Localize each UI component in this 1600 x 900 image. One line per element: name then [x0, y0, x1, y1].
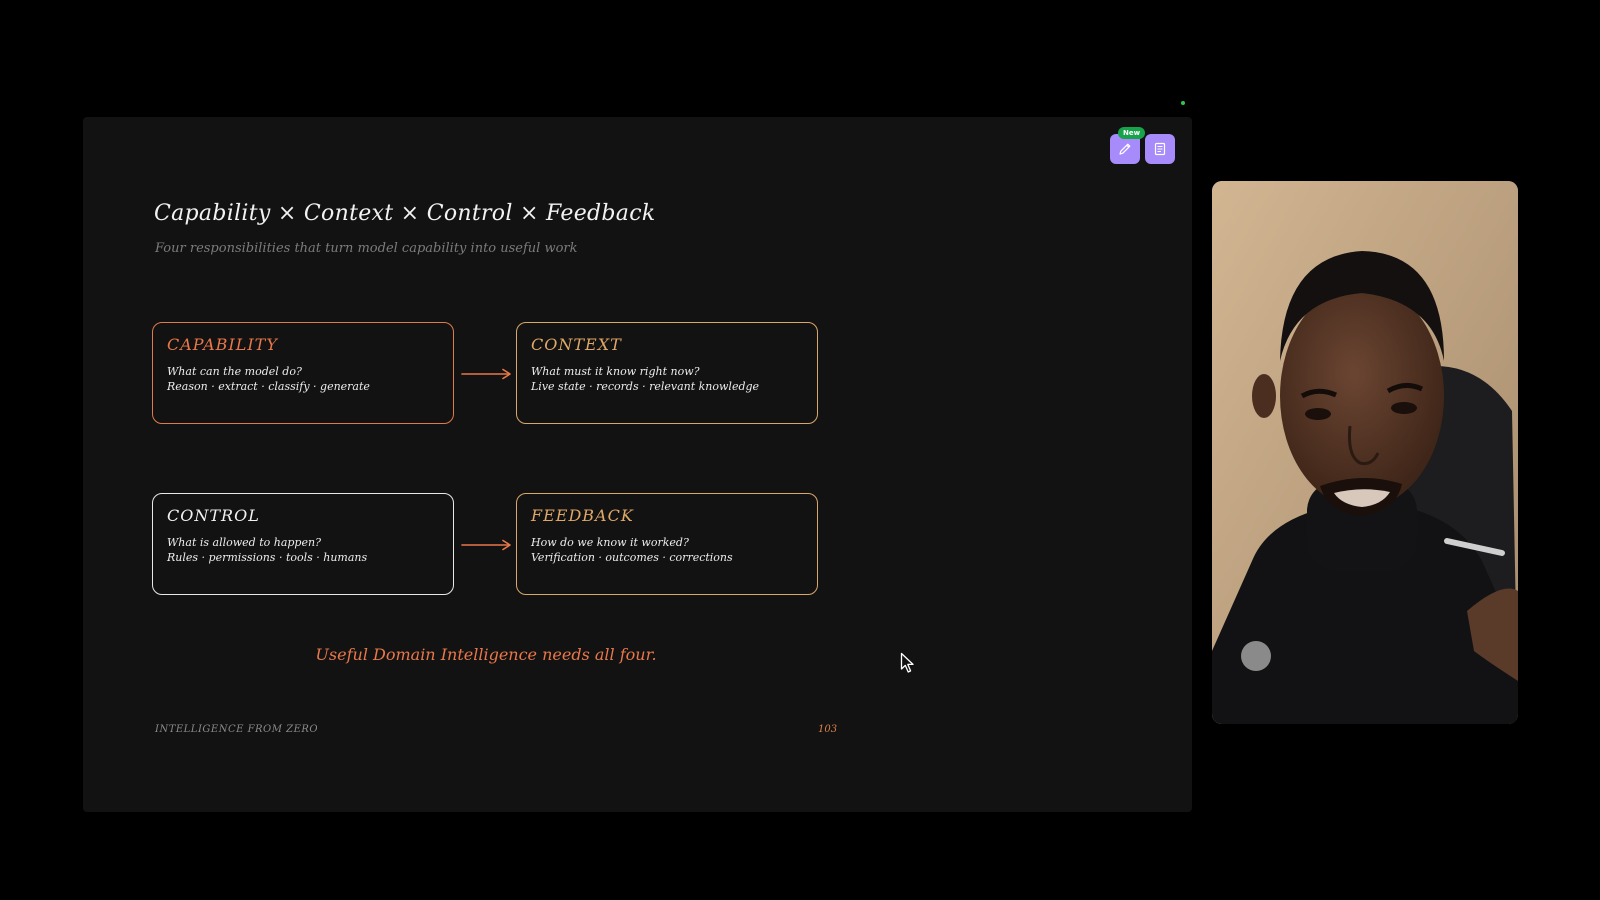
slide-title: Capability × Context × Control × Feedbac…: [154, 201, 656, 226]
capability-card: CAPABILITY What can the model do? Reason…: [152, 322, 454, 424]
slide-tagline: Useful Domain Intelligence needs all fou…: [315, 645, 657, 664]
feedback-card-title: FEEDBACK: [531, 506, 634, 525]
notes-button[interactable]: [1145, 134, 1175, 164]
pen-button[interactable]: New: [1110, 127, 1146, 164]
capability-card-title: CAPABILITY: [167, 335, 278, 354]
screen: New Capability × Context × Control × Fee…: [0, 0, 1600, 900]
presenter-video-icon: [1212, 181, 1518, 724]
feedback-card: FEEDBACK How do we know it worked? Verif…: [516, 493, 818, 595]
slide-footer-title: INTELLIGENCE FROM ZERO: [155, 724, 319, 735]
control-card-question: What is allowed to happen?: [167, 536, 321, 549]
feedback-card-question: How do we know it worked?: [531, 536, 689, 549]
control-card-details: Rules · permissions · tools · humans: [167, 551, 368, 564]
pen-icon: [1119, 143, 1131, 155]
capability-card-question: What can the model do?: [167, 365, 302, 378]
arrow-right-icon: [461, 539, 511, 551]
arrow-right-icon: [461, 368, 511, 380]
slide-toolbar: New: [1110, 127, 1180, 166]
context-card: CONTEXT What must it know right now? Liv…: [516, 322, 818, 424]
context-card-details: Live state · records · relevant knowledg…: [531, 380, 760, 393]
context-card-question: What must it know right now?: [531, 365, 700, 378]
new-badge: New: [1118, 127, 1146, 139]
mouse-cursor-icon: [900, 652, 914, 673]
control-card-title: CONTROL: [167, 506, 260, 525]
presenter-webcam-feed: [1212, 181, 1518, 724]
slide-subtitle: Four responsibilities that turn model ca…: [155, 241, 578, 256]
feedback-card-details: Verification · outcomes · corrections: [531, 551, 733, 564]
capability-card-details: Reason · extract · classify · generate: [167, 380, 370, 393]
context-card-title: CONTEXT: [531, 335, 622, 354]
control-card: CONTROL What is allowed to happen? Rules…: [152, 493, 454, 595]
notes-icon: [1154, 142, 1166, 156]
slide: New Capability × Context × Control × Fee…: [83, 117, 1192, 812]
status-dot: [1181, 101, 1185, 105]
slide-page-number: 103: [818, 724, 838, 735]
